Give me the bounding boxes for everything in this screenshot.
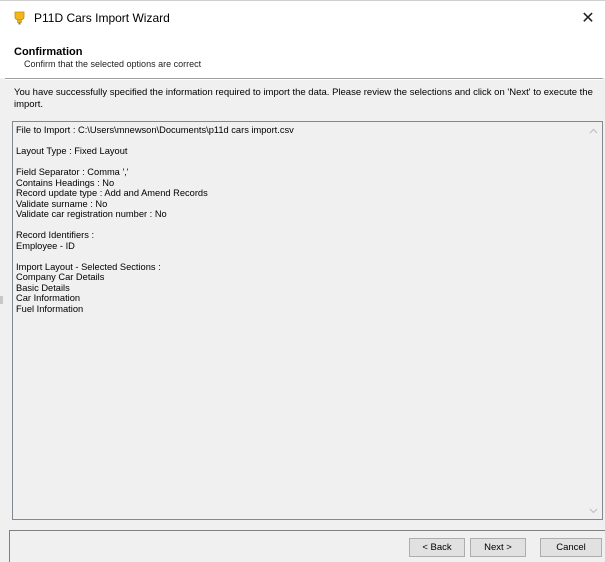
window-title: P11D Cars Import Wizard	[34, 11, 170, 25]
page-title: Confirmation	[14, 46, 83, 58]
summary-line: Basic Details	[16, 282, 70, 293]
summary-line: Validate surname : No	[16, 198, 108, 209]
header-divider	[5, 78, 603, 80]
wizard-header-panel	[0, 34, 605, 78]
summary-line: Record Identifiers :	[16, 230, 95, 240]
summary-blank-line	[16, 157, 584, 168]
summary-line: Employee - ID	[16, 240, 75, 251]
chevron-down-icon	[589, 508, 598, 513]
summary-line: Import Layout - Selected Sections :	[16, 261, 161, 272]
summary-line: Layout Type : Fixed Layout	[16, 146, 128, 156]
summary-line: Record update type : Add and Amend Recor…	[16, 188, 208, 198]
close-button[interactable]: ✕	[571, 1, 605, 35]
summary-blank-line	[16, 251, 584, 262]
footer-left-border	[9, 530, 10, 562]
back-button[interactable]: < Back	[409, 538, 465, 557]
summary-text: File to Import : C:\Users\mnewson\Docume…	[16, 125, 584, 314]
summary-line: Company Car Details	[16, 272, 105, 282]
summary-line: File to Import : C:\Users\mnewson\Docume…	[16, 125, 294, 135]
summary-blank-line	[16, 220, 584, 231]
window-edge-marker	[0, 296, 3, 304]
summary-textbox[interactable]: File to Import : C:\Users\mnewson\Docume…	[12, 121, 603, 520]
summary-line: Contains Headings : No	[16, 177, 115, 188]
page-subtitle: Confirm that the selected options are co…	[24, 59, 202, 69]
summary-line: Fuel Information	[16, 303, 84, 314]
summary-blank-line	[16, 136, 584, 147]
wizard-app-icon	[14, 11, 25, 25]
summary-line: Car Information	[16, 293, 81, 303]
title-bar: P11D Cars Import Wizard ✕	[0, 0, 605, 34]
import-wizard-window: P11D Cars Import Wizard ✕ Confirmation C…	[0, 0, 605, 562]
scroll-up-button[interactable]	[585, 122, 602, 139]
footer-divider	[9, 530, 605, 531]
vertical-scrollbar[interactable]	[585, 122, 602, 519]
scroll-down-button[interactable]	[585, 502, 602, 519]
summary-line: Validate car registration number : No	[16, 209, 167, 219]
summary-line: Field Separator : Comma ','	[16, 167, 129, 177]
cancel-button[interactable]: Cancel	[540, 538, 602, 557]
close-icon: ✕	[581, 10, 595, 27]
instruction-text: You have successfully specified the info…	[14, 87, 593, 110]
chevron-up-icon	[589, 128, 598, 133]
next-button[interactable]: Next >	[470, 538, 526, 557]
